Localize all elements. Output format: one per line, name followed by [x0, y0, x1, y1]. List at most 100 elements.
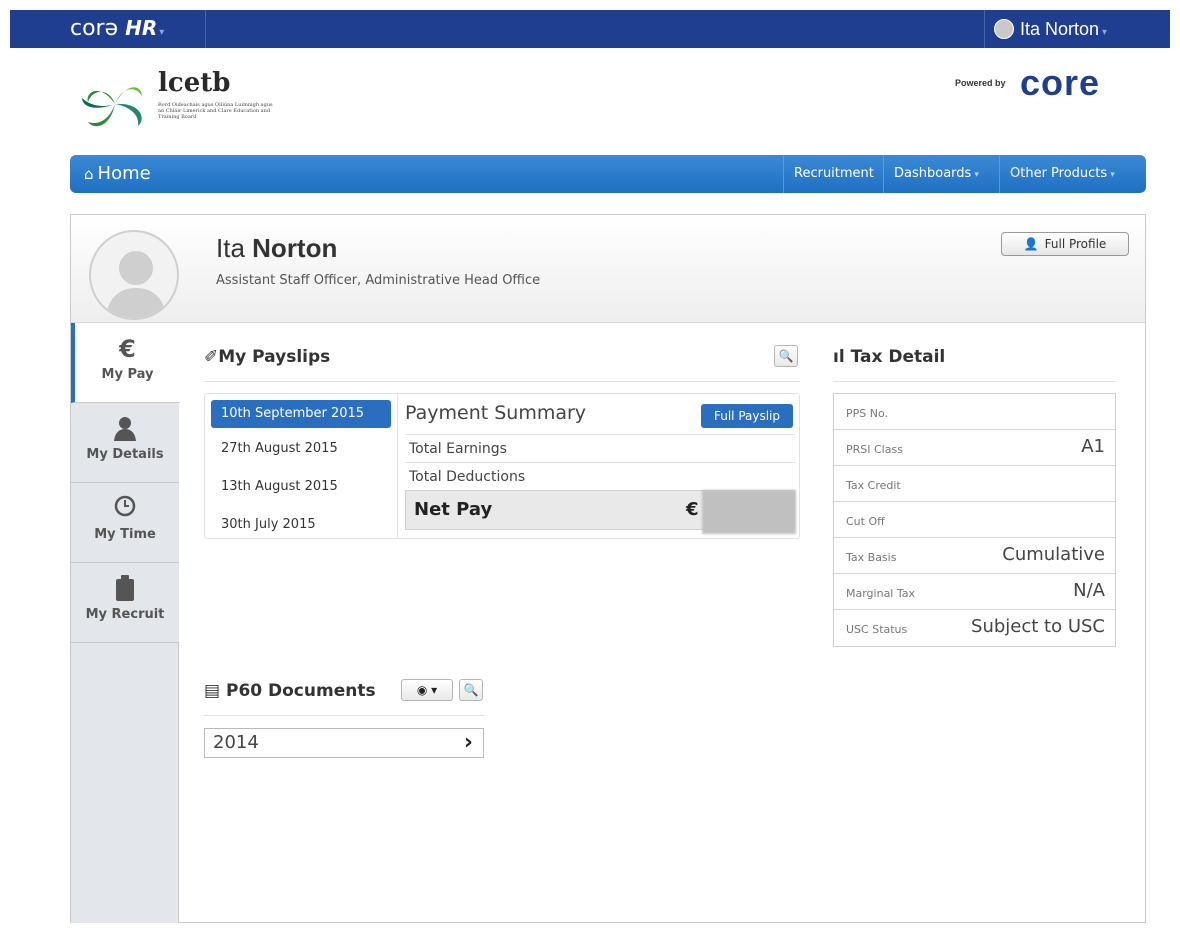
- tax-value: Cumulative: [1002, 544, 1105, 565]
- tab-my-details-label: My Details: [86, 447, 164, 462]
- p60-year-label: 2014: [213, 732, 259, 753]
- tax-label: PPS No.: [846, 407, 889, 420]
- currency-symbol: €: [686, 499, 699, 520]
- user-name: Ita Norton: [1020, 19, 1100, 39]
- tax-detail-title-text: Tax Detail: [850, 347, 946, 367]
- tab-my-time-label: My Time: [94, 527, 156, 542]
- core-logo: core: [1020, 62, 1101, 103]
- tax-row: Tax Basis Cumulative: [834, 538, 1115, 574]
- p60-options-button[interactable]: ◉ ▾: [401, 679, 453, 701]
- org-name: lcetb: [158, 68, 231, 98]
- chevron-down-icon: ▾: [159, 27, 165, 38]
- tab-my-details[interactable]: My Details: [71, 403, 179, 483]
- tab-my-recruit-label: My Recruit: [85, 607, 165, 622]
- payslips-title: ✐My Payslips: [204, 347, 330, 367]
- tax-value: A1: [1081, 436, 1105, 457]
- payslips-search-button[interactable]: 🔍: [774, 345, 798, 367]
- p60-title: ▤ P60 Documents: [204, 681, 376, 701]
- chevron-down-icon: ▾: [974, 170, 979, 180]
- tax-row: USC Status Subject to USC: [834, 610, 1115, 646]
- tax-row: Cut Off: [834, 502, 1115, 538]
- full-payslip-button[interactable]: Full Payslip: [701, 404, 793, 428]
- chevron-down-icon: ▾: [1110, 170, 1115, 180]
- globe-icon: ◉: [416, 683, 428, 697]
- brand-hr: HR: [125, 16, 158, 40]
- full-profile-label: Full Profile: [1044, 237, 1107, 251]
- tax-value: N/A: [1073, 580, 1105, 601]
- home-icon: ⌂: [84, 165, 94, 183]
- nav-recruitment-label: Recruitment: [794, 166, 874, 181]
- divider: [204, 715, 484, 716]
- tax-label: USC Status: [846, 623, 908, 636]
- main-nav: ⌂ Home Recruitment Dashboards ▾ Other Prod…: [70, 155, 1146, 193]
- divider: [397, 394, 398, 538]
- divider: [205, 10, 206, 48]
- user-avatar-icon: [994, 19, 1014, 39]
- brand-logo: corə: [70, 16, 119, 41]
- tax-label: Marginal Tax: [846, 587, 916, 600]
- avatar: [89, 230, 179, 320]
- full-profile-button[interactable]: 👤 Full Profile: [1001, 232, 1129, 256]
- payslip-date-item[interactable]: 27th August 2015: [211, 435, 391, 463]
- top-bar-inner: corə HR ▾ Ita Norton ▾: [10, 10, 1170, 48]
- payslip-icon: ✐: [204, 347, 219, 367]
- tax-label: Tax Credit: [846, 479, 901, 492]
- tab-my-recruit[interactable]: My Recruit: [71, 563, 179, 643]
- nav-other-products[interactable]: Other Products ▾: [999, 155, 1125, 193]
- tax-detail-title: ıl Tax Detail: [833, 347, 945, 367]
- search-icon: 🔍: [463, 683, 479, 697]
- total-earnings-label: Total Earnings: [409, 441, 507, 457]
- p60-title-text: P60 Documents: [225, 681, 376, 701]
- profile-last-name: Norton: [252, 233, 338, 263]
- tax-row: Marginal Tax N/A: [834, 574, 1115, 610]
- payment-summary-title: Payment Summary: [405, 402, 587, 424]
- person-icon: 👤: [1023, 237, 1039, 251]
- divider: [984, 10, 985, 48]
- tax-label: PRSI Class: [846, 443, 903, 456]
- top-bar: corə HR ▾ Ita Norton ▾: [0, 0, 1180, 48]
- redacted-amount: [702, 490, 796, 534]
- profile-first-name: Ita: [216, 233, 245, 263]
- chevron-down-icon: ▾: [431, 683, 438, 697]
- org-subtitle: Bord Oideachais agus Oiliúna Luimnigh ag…: [158, 102, 273, 120]
- tax-label: Tax Basis: [846, 551, 897, 564]
- total-deductions-row: Total Deductions: [405, 462, 795, 490]
- tab-my-pay-label: My Pay: [101, 367, 154, 382]
- payslip-date-item[interactable]: 30th July 2015: [211, 511, 391, 539]
- nav-recruitment[interactable]: Recruitment: [783, 155, 884, 193]
- bar-chart-icon: ıl: [833, 347, 851, 367]
- tax-row: Tax Credit: [834, 466, 1115, 502]
- tab-my-pay[interactable]: € My Pay: [71, 323, 180, 403]
- side-tabs: € My Pay My Details My Time My Recruit: [71, 323, 180, 923]
- nav-other-products-label: Other Products: [1010, 166, 1108, 181]
- payslip-date-item[interactable]: 10th September 2015: [211, 400, 391, 428]
- tax-value: Subject to USC: [971, 616, 1105, 637]
- euro-icon: €: [119, 335, 136, 363]
- payslip-date-item[interactable]: 13th August 2015: [211, 473, 391, 501]
- org-logo: lcetb Bord Oideachais agus Oiliúna Luimn…: [80, 64, 273, 136]
- nav-home[interactable]: ⌂ Home: [84, 155, 151, 193]
- search-icon: 🔍: [778, 349, 794, 363]
- powered-by-label: Powered by: [955, 78, 1006, 88]
- tab-my-time[interactable]: My Time: [71, 483, 179, 563]
- tax-label: Cut Off: [846, 515, 885, 528]
- total-earnings-row: Total Earnings: [405, 434, 795, 462]
- chevron-down-icon: ▾: [1102, 27, 1108, 38]
- total-deductions-label: Total Deductions: [409, 469, 526, 485]
- p60-search-button[interactable]: 🔍: [459, 679, 483, 701]
- user-menu[interactable]: Ita Norton ▾: [994, 10, 1107, 48]
- nav-home-label: Home: [97, 163, 151, 184]
- p60-year-item[interactable]: 2014 ›: [204, 728, 484, 758]
- tax-detail-table: PPS No. PRSI Class A1 Tax Credit Cut Off…: [833, 393, 1116, 647]
- payslips-box: 10th September 2015 27th August 2015 13t…: [204, 393, 800, 539]
- nav-dashboards[interactable]: Dashboards ▾: [883, 155, 989, 193]
- document-icon: ▤: [204, 681, 226, 701]
- profile-header: Ita Norton Assistant Staff Officer, Admi…: [71, 215, 1145, 323]
- avatar-silhouette-icon: [105, 251, 167, 318]
- net-pay-label: Net Pay: [414, 499, 493, 520]
- payslips-title-text: My Payslips: [218, 347, 331, 367]
- content-panel: Ita Norton Assistant Staff Officer, Admi…: [70, 214, 1146, 923]
- chevron-right-icon: ›: [463, 730, 473, 755]
- org-swirl-icon: [82, 87, 142, 127]
- app-brand-menu[interactable]: corə HR ▾: [70, 10, 164, 48]
